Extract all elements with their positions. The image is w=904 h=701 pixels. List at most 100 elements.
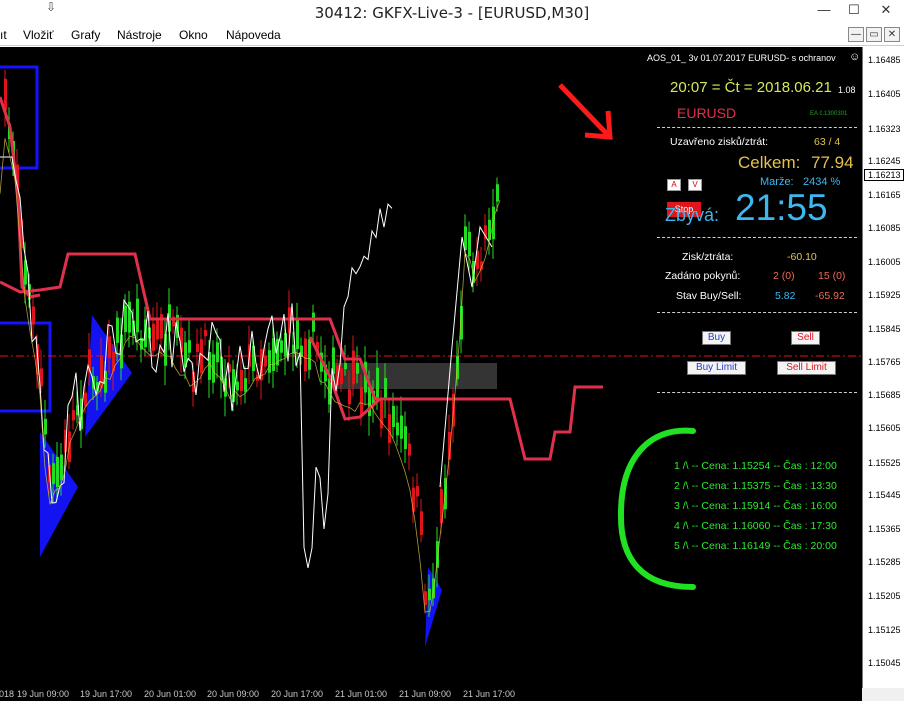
time-label: 21 Jun 17:00: [463, 689, 516, 699]
candle-body: [404, 426, 407, 450]
menu-item-nastroje[interactable]: Nástroje: [117, 28, 162, 42]
state-sell: -65.92: [815, 290, 845, 302]
a-button[interactable]: A: [667, 179, 681, 191]
candle-body: [352, 350, 355, 385]
price-tick: 1.15765: [868, 357, 901, 367]
candle-body: [304, 338, 307, 372]
price-tick: 1.15365: [868, 524, 901, 534]
candle-body: [216, 342, 219, 363]
candle-body: [356, 362, 359, 374]
candle-body: [136, 298, 139, 333]
price-tick: 1.16323: [868, 124, 901, 134]
candle-body: [468, 231, 471, 257]
candle-body: [264, 355, 267, 367]
trade-line: 4 /\ -- Cena: 1.16060 -- Čas : 17:30: [674, 520, 837, 532]
price-tick: 1.15445: [868, 490, 901, 500]
mt4-window: ⇩ 30412: GKFX-Live-3 - [EURUSD,M30] — ☐ …: [0, 0, 904, 701]
time-axis: 2018 19 Jun 09:00 19 Jun 17:00 20 Jun 01…: [0, 688, 862, 701]
candle-body: [112, 351, 115, 372]
candle-body: [396, 422, 399, 436]
menu-item-vlozit[interactable]: Vložiť: [23, 28, 54, 42]
symbol-label: EURUSD: [677, 105, 737, 121]
trade-line: 1 /\ -- Cena: 1.15254 -- Čas : 12:00: [674, 460, 837, 472]
orders-buy: 2 (0): [773, 270, 795, 282]
candle-body: [236, 381, 239, 391]
price-tick: 1.16005: [868, 257, 901, 267]
candle-body: [392, 405, 395, 427]
candle-body: [280, 340, 283, 353]
price-tick: 1.16405: [868, 89, 901, 99]
date-suffix: 1.08: [838, 85, 856, 95]
minimize-button[interactable]: —: [808, 0, 840, 22]
candle-body: [152, 323, 155, 351]
candle-body: [240, 369, 243, 391]
price-tick: 1.15605: [868, 423, 901, 433]
sell-button[interactable]: Sell: [791, 331, 820, 345]
candle-body: [204, 330, 207, 337]
candle-body: [412, 487, 415, 512]
time-label: 21 Jun 09:00: [399, 689, 452, 699]
remaining-label: Zbývá:: [665, 205, 720, 225]
price-tick: 1.15125: [868, 625, 901, 635]
time-label: 20 Jun 01:00: [144, 689, 197, 699]
ea-code: EA č.1300301: [810, 111, 848, 117]
red-arrow-shaft: [558, 83, 610, 137]
chart-area[interactable]: AOS_01_ 3v 01.07.2017 EURUSD- s ochranov…: [0, 47, 862, 688]
time-label: 20 Jun 09:00: [207, 689, 260, 699]
v-button[interactable]: V: [688, 179, 702, 191]
price-tick: 1.15845: [868, 324, 901, 334]
menu-item-grafy[interactable]: Grafy: [71, 28, 100, 42]
maximize-button[interactable]: ☐: [840, 0, 868, 22]
orders-sell: 15 (0): [818, 270, 846, 282]
candle-body: [376, 367, 379, 398]
window-title: 30412: GKFX-Live-3 - [EURUSD,M30]: [314, 4, 590, 22]
trade-line: 3 /\ -- Cena: 1.15914 -- Čas : 16:00: [674, 500, 837, 512]
orders-label: Zadáno pokynů:: [665, 270, 741, 282]
closed-value: 63 / 4: [814, 136, 841, 148]
candle-body: [368, 387, 371, 417]
menu-bar: ıt Vložiť Grafy Nástroje Okno Nápoveda —…: [0, 24, 904, 46]
candle-body: [388, 414, 391, 444]
buy-limit-button[interactable]: Buy Limit: [687, 361, 746, 375]
candle-body: [84, 392, 87, 407]
close-button[interactable]: ✕: [868, 0, 904, 22]
candle-body: [416, 486, 419, 497]
candle-body: [436, 541, 439, 568]
total-value: 77.94: [811, 153, 854, 172]
candle-body: [340, 368, 343, 384]
price-axis: 1.16485 1.16405 1.16323 1.16245 1.16165 …: [862, 47, 904, 688]
candle-body: [348, 389, 351, 405]
candle-body: [116, 317, 119, 343]
candle-body: [400, 415, 403, 439]
total-label: Celkem:: [738, 153, 801, 172]
trade-line: 5 /\ -- Cena: 1.16149 -- Čas : 20:00: [674, 540, 837, 552]
blue-zone-box: [0, 321, 52, 413]
candle-body: [420, 511, 423, 536]
panel-divider: [657, 392, 857, 393]
candle-body: [40, 368, 43, 387]
candle-body: [344, 363, 347, 370]
candle-body: [196, 343, 199, 352]
panel-divider: [657, 237, 857, 238]
price-tick: 1.16085: [868, 223, 901, 233]
candle-body: [72, 410, 75, 421]
menu-item-napoveda[interactable]: Nápoveda: [226, 28, 281, 42]
time-label: 2018: [0, 689, 15, 699]
candle-body: [268, 350, 271, 373]
candle-body: [464, 226, 467, 251]
price-tick: 1.15045: [868, 658, 901, 668]
chart-restore-button[interactable]: ▭: [866, 27, 882, 42]
scroll-corner: [862, 688, 904, 701]
buy-button[interactable]: Buy: [702, 331, 731, 345]
smiley-icon: ☺: [849, 51, 861, 63]
panel-divider: [657, 127, 857, 128]
candle-body: [408, 443, 411, 456]
sell-limit-button[interactable]: Sell Limit: [777, 361, 836, 375]
menu-item-partial[interactable]: ıt: [0, 28, 7, 42]
menu-item-okno[interactable]: Okno: [179, 28, 208, 42]
chart-minimize-button[interactable]: —: [848, 27, 864, 42]
state-buy: 5.82: [775, 290, 796, 302]
price-tick: 1.16165: [868, 190, 901, 200]
chart-close-button[interactable]: ✕: [884, 27, 900, 42]
panel-header: AOS_01_ 3v 01.07.2017 EURUSD- s ochranov: [647, 53, 836, 63]
